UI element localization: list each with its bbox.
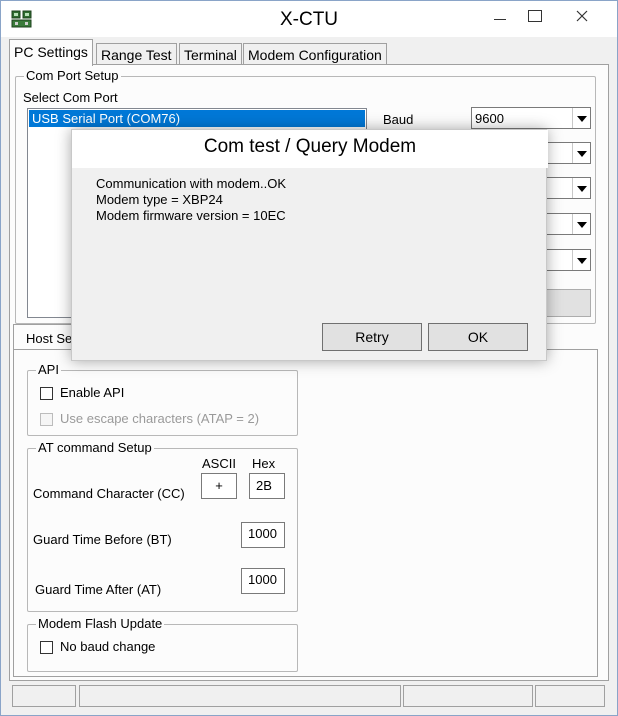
main-window: X-CTU PC Settings Range Test Terminal Mo… xyxy=(0,0,618,716)
command-character-label: Command Character (CC) xyxy=(33,486,185,501)
guard-time-before-input[interactable]: 1000 xyxy=(241,522,285,548)
api-group: API xyxy=(27,362,298,436)
at-command-title: AT command Setup xyxy=(36,440,154,456)
command-character-hex-input[interactable]: 2B xyxy=(249,473,285,499)
command-character-ascii-input[interactable]: + xyxy=(201,473,237,499)
status-panel-4 xyxy=(535,685,605,707)
select-com-port-label: Select Com Port xyxy=(23,90,118,105)
status-bar xyxy=(9,685,609,707)
chevron-down-icon[interactable] xyxy=(572,214,590,234)
escape-characters-checkbox[interactable] xyxy=(40,413,53,426)
maximize-button[interactable] xyxy=(519,3,549,29)
api-title: API xyxy=(36,362,61,378)
dialog-message-line: Modem firmware version = 10EC xyxy=(96,208,286,223)
enable-api-checkbox[interactable] xyxy=(40,387,53,400)
dialog-title-bar[interactable]: Com test / Query Modem xyxy=(72,130,548,168)
close-icon xyxy=(576,10,588,22)
chevron-down-icon[interactable] xyxy=(572,108,590,128)
status-panel-3 xyxy=(403,685,533,707)
guard-time-after-input[interactable]: 1000 xyxy=(241,568,285,594)
tab-terminal[interactable]: Terminal xyxy=(179,43,242,65)
baud-value: 9600 xyxy=(475,111,504,126)
minimize-button[interactable] xyxy=(485,3,515,29)
chevron-down-icon[interactable] xyxy=(572,178,590,198)
list-item[interactable]: USB Serial Port (COM76) xyxy=(29,110,365,127)
enable-api-label: Enable API xyxy=(60,385,125,400)
guard-time-before-label: Guard Time Before (BT) xyxy=(33,532,172,547)
baud-select[interactable]: 9600 xyxy=(471,107,591,129)
escape-characters-label: Use escape characters (ATAP = 2) xyxy=(60,411,260,426)
chevron-down-icon[interactable] xyxy=(572,250,590,270)
modem-flash-update-title: Modem Flash Update xyxy=(36,616,165,632)
guard-time-after-label: Guard Time After (AT) xyxy=(35,582,162,597)
com-port-setup-title: Com Port Setup xyxy=(24,68,121,84)
status-panel-1 xyxy=(12,685,76,707)
ok-button[interactable]: OK xyxy=(428,323,528,351)
tab-modem-configuration[interactable]: Modem Configuration xyxy=(243,43,387,65)
host-setup-tab-label: Host Se xyxy=(26,331,73,346)
dialog-message-line: Communication with modem..OK xyxy=(96,176,287,191)
tab-range-test[interactable]: Range Test xyxy=(96,43,177,65)
no-baud-change-label: No baud change xyxy=(60,639,156,654)
chevron-down-icon[interactable] xyxy=(572,143,590,163)
dialog-message-line: Modem type = XBP24 xyxy=(96,192,223,207)
query-modem-dialog: Com test / Query Modem Communication wit… xyxy=(71,129,548,361)
retry-button[interactable]: Retry xyxy=(322,323,422,351)
hex-header: Hex xyxy=(252,456,276,471)
baud-label: Baud xyxy=(383,112,414,127)
dialog-body: Communication with modem..OK Modem type … xyxy=(82,168,538,354)
no-baud-change-checkbox[interactable] xyxy=(40,641,53,654)
ascii-header: ASCII xyxy=(202,456,236,471)
title-bar[interactable]: X-CTU xyxy=(1,1,617,37)
dialog-title: Com test / Query Modem xyxy=(72,136,548,168)
close-button[interactable] xyxy=(555,3,609,29)
tab-pc-settings[interactable]: PC Settings xyxy=(9,39,93,66)
status-panel-2 xyxy=(79,685,401,707)
